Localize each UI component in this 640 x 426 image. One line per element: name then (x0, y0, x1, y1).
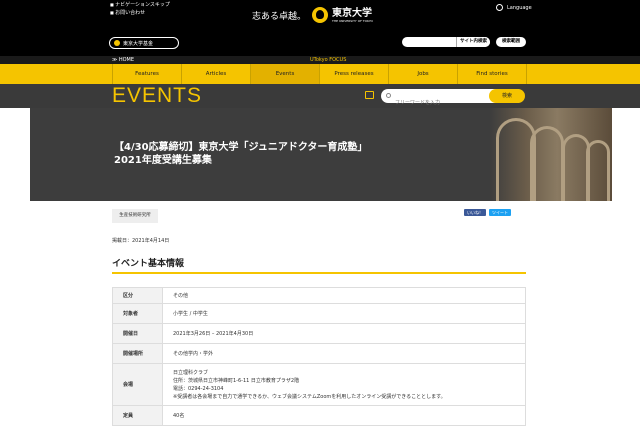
posted-date: 掲載日：2021年4月14日 (112, 238, 170, 244)
hero-photo (490, 108, 612, 201)
info-value: 小学生 / 中学生 (162, 303, 526, 324)
university-name-en: THE UNIVERSITY OF TOKYO (332, 18, 373, 23)
event-info-table: 区分 その他 対象者 小学生 / 中学生 開催日 2021年3月26日 – 20… (112, 287, 526, 426)
top-header: ナビゲーションスキップ お問い合わせ 志ある卓越。 東京大学 THE UNIVE… (0, 0, 640, 56)
skip-nav-link[interactable]: ナビゲーションスキップ (110, 1, 170, 9)
info-key: 開催日 (112, 323, 163, 344)
main-nav: Features Articles Events Press releases … (112, 64, 527, 84)
info-key: 開催場所 (112, 343, 163, 364)
section-label[interactable]: UTokyo FOCUS (310, 56, 346, 64)
tab-articles[interactable]: Articles (182, 64, 251, 84)
section-heading: イベント基本情報 (112, 259, 185, 269)
facebook-like-button[interactable]: いいね！ (464, 209, 486, 216)
site-search-button[interactable]: サイト内検索 (456, 37, 490, 47)
table-row: 対象者 小学生 / 中学生 (112, 303, 526, 324)
tab-find-stories[interactable]: Find stories (458, 64, 527, 84)
info-value: 日立理科クラブ 住所：茨城県日立市神峰町1-6-11 日立市教育プラザ2階 電話… (162, 363, 526, 406)
tab-jobs[interactable]: Jobs (389, 64, 458, 84)
breadcrumb-home[interactable]: ≫ HOME (112, 56, 134, 64)
tab-events[interactable]: Events (251, 64, 320, 84)
twitter-tweet-button[interactable]: ツイート (489, 209, 511, 216)
department-tag[interactable]: 生産技術研究所 (112, 209, 158, 223)
table-row: 開催日 2021年3月26日 – 2021年4月30日 (112, 323, 526, 344)
table-row: 会場 日立理科クラブ 住所：茨城県日立市神峰町1-6-11 日立市教育プラザ2階… (112, 363, 526, 406)
fund-button-label: 東京大学基金 (123, 40, 154, 47)
table-row: 開催場所 その他学内・学外 (112, 343, 526, 364)
fund-button[interactable]: 東京大学基金 (109, 37, 179, 49)
tab-features[interactable]: Features (112, 64, 182, 84)
ginkgo-emblem-icon (312, 7, 329, 23)
university-name-jp: 東京大学 (332, 7, 373, 19)
events-band (0, 84, 640, 108)
info-value: その他学内・学外 (162, 343, 526, 364)
skip-links: ナビゲーションスキップ お問い合わせ (110, 1, 170, 17)
keyword-search-button[interactable]: 検索 (489, 89, 525, 103)
info-key: 定員 (112, 405, 163, 426)
info-value: 40名 (162, 405, 526, 426)
breadcrumb: ≫ HOME UTokyo FOCUS (0, 56, 640, 64)
print-icon[interactable] (365, 91, 374, 99)
site-search-input[interactable]: サイト内検索 (402, 37, 490, 47)
globe-icon (496, 4, 503, 11)
contact-link[interactable]: お問い合わせ (110, 9, 170, 17)
university-logo[interactable]: 志ある卓越。 東京大学 THE UNIVERSITY OF TOKYO (252, 6, 373, 24)
table-row: 定員 40名 (112, 405, 526, 426)
tab-press-releases[interactable]: Press releases (320, 64, 389, 84)
article-title: 【4/30応募締切】東京大学「ジュニアドクター育成塾」2021年度受講生募集 (114, 142, 363, 166)
info-key: 会場 (112, 363, 163, 406)
language-label: Language (507, 4, 532, 11)
hero-banner: 【4/30応募締切】東京大学「ジュニアドクター育成塾」2021年度受講生募集 (30, 108, 612, 201)
detail-search-button[interactable]: 検索範囲 (496, 37, 526, 47)
page-title: EVENTS (112, 84, 203, 107)
language-switch[interactable]: Language (496, 4, 532, 11)
table-row: 区分 その他 (112, 287, 526, 304)
share-buttons: いいね！ ツイート (464, 209, 511, 216)
slogan: 志ある卓越。 (252, 11, 307, 22)
info-key: 対象者 (112, 303, 163, 324)
info-value: 2021年3月26日 – 2021年4月30日 (162, 323, 526, 344)
search-icon (386, 93, 391, 98)
fund-logo-icon (114, 40, 120, 46)
section-divider (112, 272, 526, 274)
info-value: その他 (162, 287, 526, 304)
info-key: 区分 (112, 287, 163, 304)
